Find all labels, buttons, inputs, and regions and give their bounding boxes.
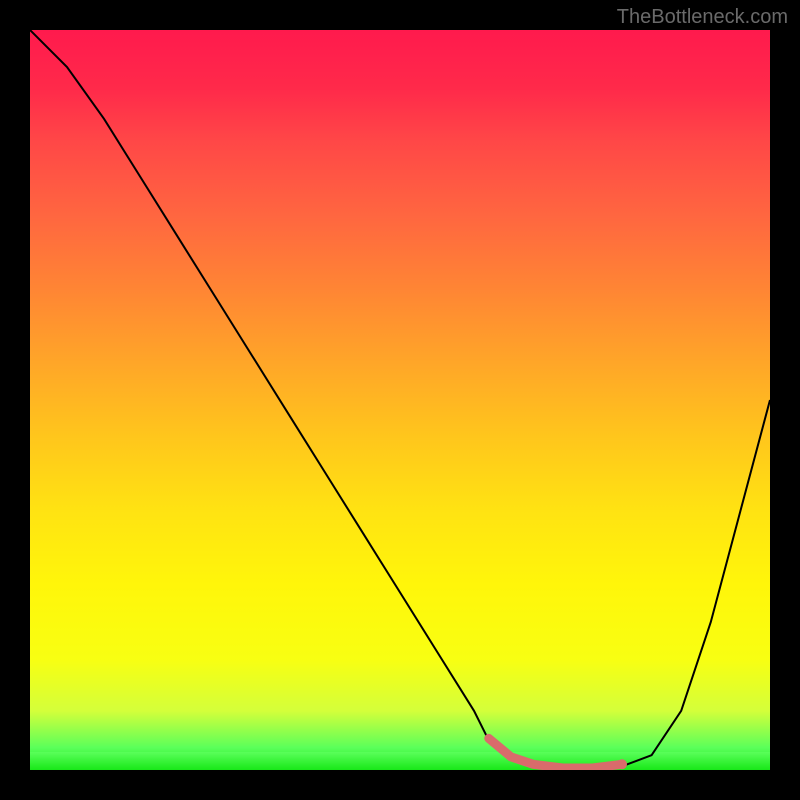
gradient-bottom-strip (30, 752, 770, 770)
watermark-text: TheBottleneck.com (617, 6, 788, 29)
bottleneck-curve (30, 30, 770, 770)
optimal-range-marker (30, 30, 770, 770)
chart-plot-area (30, 30, 770, 770)
